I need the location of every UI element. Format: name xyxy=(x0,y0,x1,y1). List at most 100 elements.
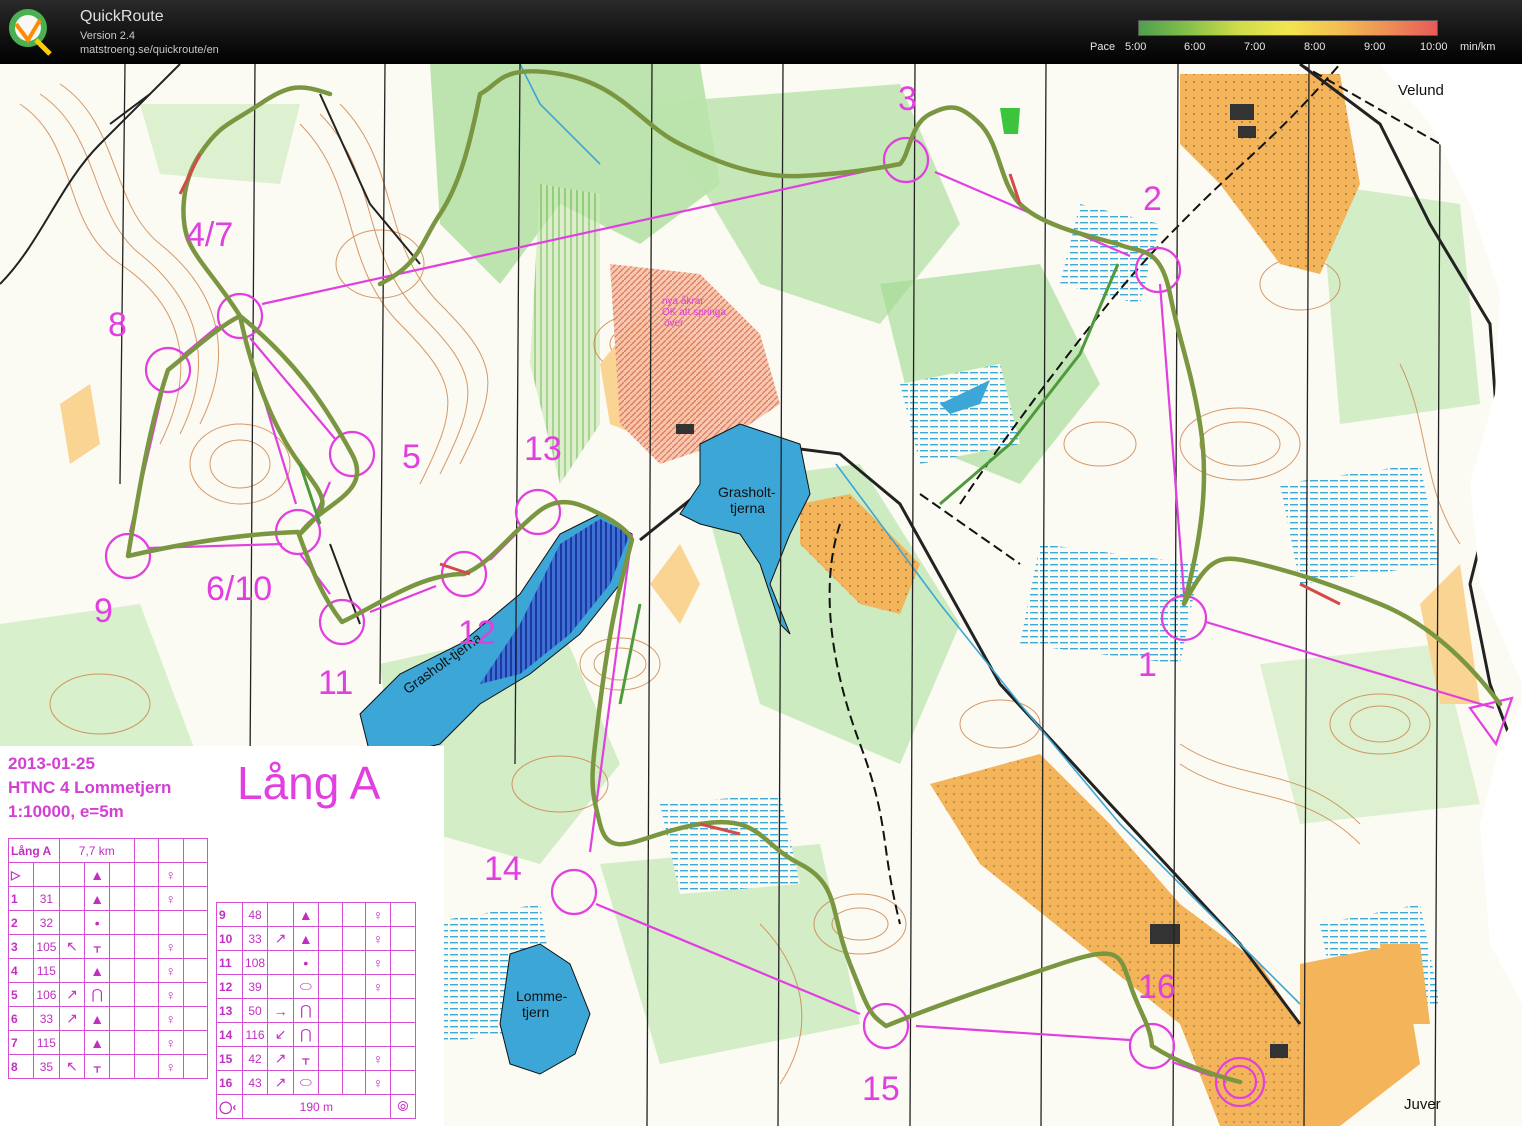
position-symbol: ♀ xyxy=(365,902,392,927)
appearance xyxy=(109,982,135,1007)
app-title: QuickRoute xyxy=(80,8,164,25)
appearance xyxy=(317,974,343,999)
direction: ↖ xyxy=(58,934,86,959)
control-seq: 14 xyxy=(216,1022,243,1047)
app-header: QuickRoute Version 2.4 matstroeng.se/qui… xyxy=(0,0,1522,64)
label-grasholt-2: tjerna xyxy=(730,500,766,516)
control-number-4-7[interactable]: 4/7 xyxy=(186,218,233,252)
direction xyxy=(58,958,86,983)
dimension xyxy=(133,1054,159,1079)
position-symbol: ♀ xyxy=(157,1006,184,1031)
position-symbol: ♀ xyxy=(157,1054,184,1079)
orienteering-map[interactable]: Velund Juver Grasholt- tjerna Grasholt-t… xyxy=(0,64,1522,1126)
direction xyxy=(267,974,294,999)
control-code: 43 xyxy=(241,1070,269,1095)
other xyxy=(390,1022,416,1047)
other xyxy=(390,950,416,975)
dimension xyxy=(341,1070,367,1095)
control-number-3[interactable]: 3 xyxy=(898,82,917,116)
other xyxy=(390,974,416,999)
other xyxy=(390,926,416,951)
control-seq: 7 xyxy=(8,1030,34,1055)
position-symbol xyxy=(365,998,392,1023)
course-name-cell: Lång A xyxy=(8,838,60,863)
feature-symbol: ⬭ xyxy=(292,974,319,999)
position-symbol: ♀ xyxy=(157,1030,184,1055)
control-number-2[interactable]: 2 xyxy=(1143,182,1162,216)
direction: ↙ xyxy=(267,1022,294,1047)
table-row: 14 116 ↙ ⋂ xyxy=(216,1022,416,1047)
control-number-11[interactable]: 11 xyxy=(318,666,353,700)
other xyxy=(182,1030,209,1055)
control-code: 50 xyxy=(241,998,269,1023)
feature-symbol: • xyxy=(84,910,111,935)
direction: ↗ xyxy=(267,1046,294,1071)
control-number-13[interactable]: 13 xyxy=(524,432,562,466)
table-row: 13 50 → ⋂ xyxy=(216,998,416,1023)
pace-tick: 8:00 xyxy=(1304,41,1326,53)
direction xyxy=(58,1030,86,1055)
feature-symbol: ▲ xyxy=(84,1006,111,1031)
control-number-1[interactable]: 1 xyxy=(1138,648,1157,682)
control-number-9[interactable]: 9 xyxy=(94,594,113,628)
control-code: 115 xyxy=(32,958,60,983)
control-number-8[interactable]: 8 xyxy=(108,308,127,342)
pace-tick: 6:00 xyxy=(1184,41,1206,53)
dimension xyxy=(341,974,367,999)
table-row: 12 39 ⬭ ♀ xyxy=(216,974,416,999)
left-rows: 1 31 ▲ ♀ 2 32 • 3 105 ↖ ᚁ ♀ 4 115 ▲ ♀ 5 106 ↗ ⋂ ♀ 6 33 ↗ ▲ ♀ 7 115 ▲… xyxy=(8,886,209,1079)
control-number-16[interactable]: 16 xyxy=(1138,970,1176,1004)
dimension xyxy=(341,1022,367,1047)
control-code: 48 xyxy=(241,902,269,927)
dimension xyxy=(341,1046,367,1071)
appearance xyxy=(317,1022,343,1047)
feature-symbol: ⋂ xyxy=(292,998,319,1023)
label-lomme-2: tjern xyxy=(522,1004,550,1020)
appearance xyxy=(317,926,343,951)
table-row: 10 33 ↗ ▲ ♀ xyxy=(216,926,416,951)
control-seq: 16 xyxy=(216,1070,243,1095)
position-symbol: ♀ xyxy=(365,1070,392,1095)
direction: ↖ xyxy=(58,1054,86,1079)
position-symbol: ♀ xyxy=(365,1046,392,1071)
direction xyxy=(267,902,294,927)
appearance xyxy=(317,998,343,1023)
position-symbol: ♀ xyxy=(157,886,184,911)
control-code: 33 xyxy=(32,1006,60,1031)
pace-unit: min/km xyxy=(1460,41,1496,53)
other xyxy=(182,886,209,911)
table-row: 3 105 ↖ ᚁ ♀ xyxy=(8,934,209,959)
start-symbol-icon: ▷ xyxy=(8,862,34,887)
control-code: 31 xyxy=(32,886,60,911)
control-number-14[interactable]: 14 xyxy=(484,852,522,886)
quickroute-logo-icon xyxy=(6,6,66,58)
dimension xyxy=(133,958,159,983)
control-number-15[interactable]: 15 xyxy=(862,1072,900,1106)
table-row: 7 115 ▲ ♀ xyxy=(8,1030,209,1055)
position-symbol: ♀ xyxy=(365,950,392,975)
control-code: 108 xyxy=(241,950,269,975)
control-number-5[interactable]: 5 xyxy=(402,440,421,474)
right-rows: 9 48 ▲ ♀ 10 33 ↗ ▲ ♀ 11 108 • ♀ 12 39 ⬭ ♀ 13 50 → ⋂ 14 116 ↙ ⋂ 15… xyxy=(216,902,416,1095)
feature-symbol: ▲ xyxy=(84,886,111,911)
direction xyxy=(58,910,86,935)
label-grasholt-1: Grasholt- xyxy=(718,484,776,500)
table-row: 5 106 ↗ ⋂ ♀ xyxy=(8,982,209,1007)
finish-distance: 190 m xyxy=(241,1094,392,1119)
other xyxy=(182,982,209,1007)
app-url[interactable]: matstroeng.se/quickroute/en xyxy=(80,44,219,56)
appearance xyxy=(109,910,135,935)
pace-tick: 7:00 xyxy=(1244,41,1266,53)
control-number-12[interactable]: 12 xyxy=(458,616,496,650)
position-symbol: ♀ xyxy=(157,958,184,983)
course-length-cell: 7,7 km xyxy=(58,838,135,863)
other xyxy=(182,934,209,959)
feature-symbol: ᚁ xyxy=(84,1054,111,1079)
other xyxy=(182,1006,209,1031)
dimension xyxy=(133,886,159,911)
control-number-6-10[interactable]: 6/10 xyxy=(206,572,272,606)
field-note-3: över xyxy=(664,318,684,329)
control-seq: 9 xyxy=(216,902,243,927)
finish-icon: ⦾ xyxy=(390,1094,416,1119)
table-row: 2 32 • xyxy=(8,910,209,935)
